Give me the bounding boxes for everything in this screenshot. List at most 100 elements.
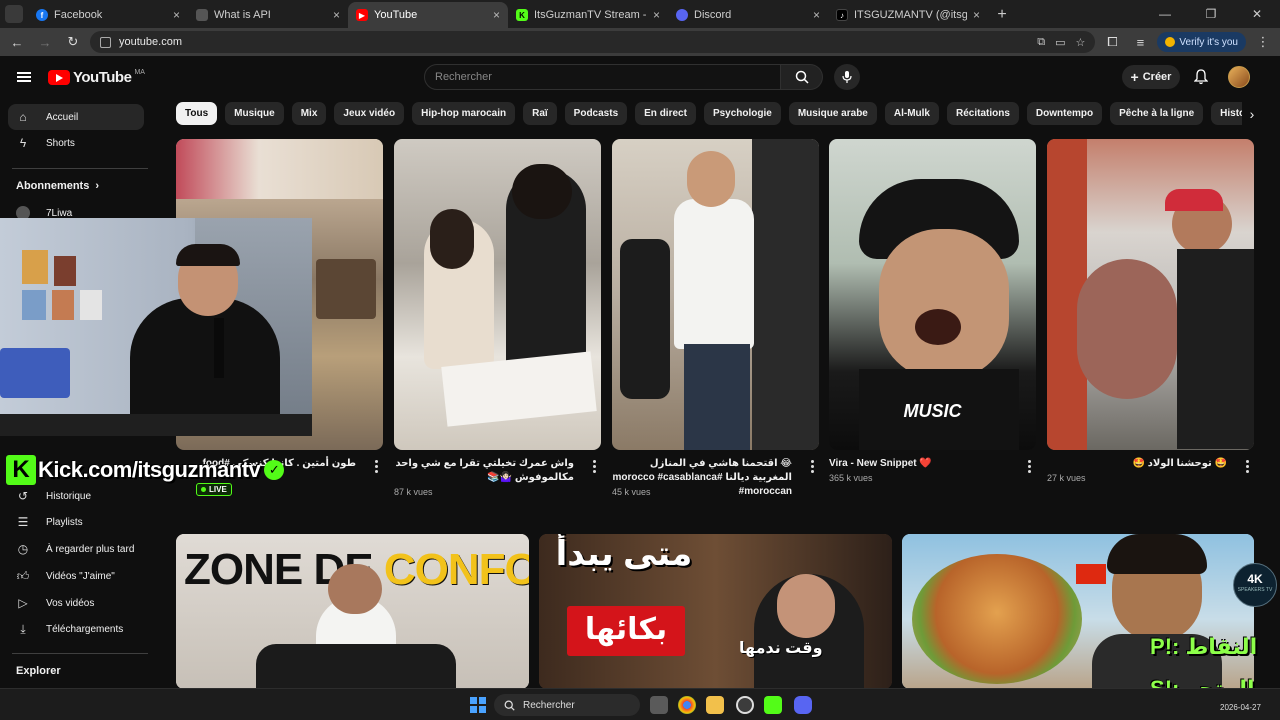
video-thumbnail[interactable]: متى يبدأ بكائها وقت ندمها [539,534,892,689]
new-tab-button[interactable]: + [988,2,1016,28]
chevron-right-icon: › [1249,105,1255,122]
verified-check-icon: ✓ [264,460,285,480]
short-thumbnail[interactable] [394,139,601,450]
close-tab-icon[interactable]: × [973,8,980,22]
live-badge: LIVE [196,483,232,496]
tab-search-button[interactable] [0,0,28,28]
thumbnail-overlay-text: MUSIC [903,401,962,421]
close-tab-icon[interactable]: × [333,8,340,22]
short-thumbnail[interactable]: MUSIC [829,139,1036,450]
tab-what-is-api[interactable]: What is API × [188,2,348,28]
chip[interactable]: Musique [225,102,284,125]
sidebar-item-history[interactable]: ↺ Historique [8,483,144,509]
extensions-icon[interactable]: ⧠ [1101,31,1123,53]
video-thumbnail[interactable]: ZONE DE CONFORT [176,534,529,689]
youtube-logo[interactable]: YouTube MA [48,69,145,86]
sidebar-item-watch-later[interactable]: ◷ À regarder plus tard [8,536,144,562]
chip[interactable]: Mix [291,102,327,125]
site-info-icon[interactable] [100,36,111,48]
taskbar-search[interactable]: Rechercher [494,694,640,716]
search-input[interactable]: Rechercher [424,64,781,90]
forward-button[interactable]: → [34,31,56,53]
obs-icon[interactable] [736,696,754,714]
voice-search-button[interactable] [834,64,860,90]
maximize-icon[interactable]: ❐ [1188,0,1234,28]
short-card[interactable]: 🤩 توحشنا الولاد 🤩 27 k vues [1047,139,1254,483]
short-thumbnail[interactable] [612,139,819,450]
task-view-icon[interactable] [650,696,668,714]
chip[interactable]: Psychologie [703,102,781,125]
reload-button[interactable]: ↻ [62,31,84,53]
chip[interactable]: Al-Mulk [884,102,939,125]
sidebar-item-downloads[interactable]: ⤓ Téléchargements [8,616,144,642]
live-label: LIVE [209,485,227,494]
search-button[interactable] [781,64,823,90]
chrome-icon[interactable] [678,696,696,714]
chip[interactable]: Hip-hop marocain [412,102,516,125]
account-avatar[interactable] [1228,66,1250,88]
tab-youtube[interactable]: ▶ YouTube × [348,2,508,28]
tab-facebook[interactable]: f Facebook × [28,2,188,28]
chip[interactable]: Raï [523,102,557,125]
subscriptions-heading[interactable]: Abonnements › [16,180,99,192]
chip[interactable]: Podcasts [564,102,628,125]
youtube-header: YouTube MA Rechercher + Créer [0,56,1280,98]
close-window-icon[interactable]: ✕ [1234,0,1280,28]
more-options-icon[interactable] [369,459,383,473]
video-thumbnail[interactable] [902,534,1254,689]
close-tab-icon[interactable]: × [653,8,660,22]
short-thumbnail[interactable] [1047,139,1254,450]
profile-verify-button[interactable]: Verify it's you [1157,32,1246,52]
window-controls: — ❐ ✕ [1142,0,1280,28]
translate-icon[interactable]: ⧉ [1037,36,1045,49]
tab-title: ItsGuzmanTV Stream - Watch L [534,9,647,21]
chip[interactable]: En direct [635,102,696,125]
reading-list-icon[interactable]: ≡ [1129,31,1151,53]
chip[interactable]: Jeux vidéo [334,102,405,125]
sidebar-item-home[interactable]: ⌂ Accueil [8,104,144,130]
bookmark-star-icon[interactable]: ☆ [1076,36,1086,49]
short-card[interactable]: واش عمرك تخيلتي تقرا مع شي واحد مكالموفو… [394,139,601,497]
sidebar-item-playlists[interactable]: ☰ Playlists [8,509,144,535]
chip[interactable]: Musique arabe [788,102,877,125]
more-options-icon[interactable] [1022,459,1036,473]
notifications-button[interactable] [1192,68,1210,86]
discord-app-icon[interactable] [794,696,812,714]
tab-tiktok[interactable]: ♪ ITSGUZMANTV (@itsguzmantv × [828,2,988,28]
close-tab-icon[interactable]: × [173,8,180,22]
more-options-icon[interactable] [1240,459,1254,473]
sidebar-item-shorts[interactable]: ϟ Shorts [8,130,144,156]
tab-discord[interactable]: Discord × [668,2,828,28]
short-title[interactable]: واش عمرك تخيلتي تقرا مع شي واحد مكالموفو… [394,457,574,485]
playlist-icon: ☰ [17,515,29,529]
file-explorer-icon[interactable] [706,696,724,714]
back-button[interactable]: ← [6,31,28,53]
cast-icon[interactable]: ▭ [1055,36,1065,49]
short-title[interactable]: 🤩 توحشنا الولاد 🤩 [1047,457,1227,471]
minimize-icon[interactable]: — [1142,0,1188,28]
short-title[interactable]: Vira - New Snippet ❤️ [829,457,1009,471]
browser-menu-icon[interactable]: ⋮ [1252,31,1274,53]
short-card[interactable]: 😂 اقتحمنا هاشي في المنازل المغربية ديالن… [612,139,819,497]
chips-next-button[interactable]: › [1242,102,1262,125]
kick-app-icon[interactable] [764,696,782,714]
discord-icon [676,9,688,21]
tab-kick-stream[interactable]: K ItsGuzmanTV Stream - Watch L × [508,2,668,28]
short-card[interactable]: MUSIC Vira - New Snippet ❤️ 365 k vues [829,139,1036,483]
close-tab-icon[interactable]: × [813,8,820,22]
chip[interactable]: Récitations [946,102,1019,125]
short-views: 87 k vues [394,487,433,497]
create-label: Créer [1142,71,1172,83]
more-options-icon[interactable] [587,459,601,473]
chip[interactable]: Tous [176,102,218,125]
address-bar[interactable]: youtube.com ⧉ ▭ ☆ [90,31,1096,53]
chip[interactable]: Downtempo [1026,102,1103,125]
close-tab-icon[interactable]: × [493,8,500,22]
more-options-icon[interactable] [805,459,819,473]
create-button[interactable]: + Créer [1122,65,1180,89]
chip[interactable]: Pêche à la ligne [1110,102,1204,125]
sidebar-item-your-videos[interactable]: ▷ Vos vidéos [8,590,144,616]
sidebar-item-liked[interactable]: 👍︎ Vidéos "J'aime" [8,563,144,589]
menu-button[interactable] [0,72,48,82]
windows-start-icon[interactable] [470,697,486,713]
